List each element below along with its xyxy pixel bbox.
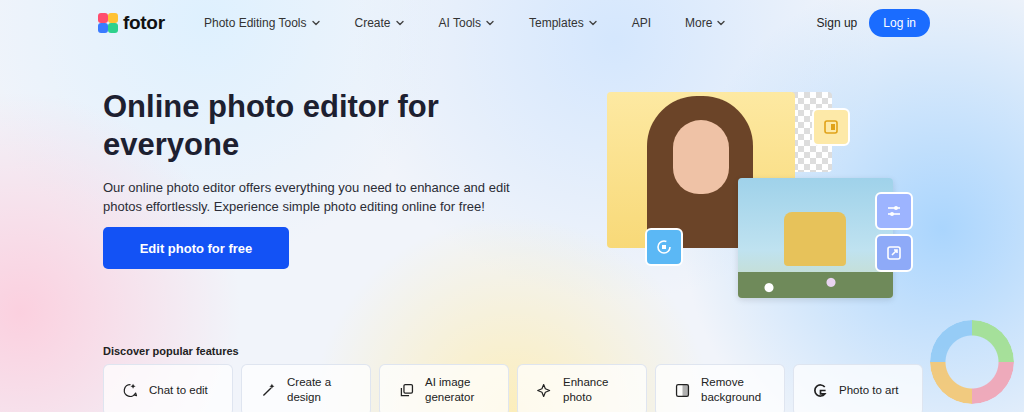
face-shape [673,120,729,194]
nav-item-label: Create [355,16,391,30]
crop-tile [812,108,850,146]
hero-illustration [607,92,907,302]
feature-chip[interactable]: Create a design [241,364,371,412]
resize-icon [884,243,904,263]
refresh-icon [654,237,674,257]
nav-item[interactable]: Create [355,16,405,30]
hero: Online photo editor for everyone Our onli… [0,46,1024,302]
nav-item[interactable]: Templates [529,16,598,30]
refresh-tile [645,228,683,266]
decorative-ring [930,320,1014,404]
edit-photo-button[interactable]: Edit photo for free [103,227,289,269]
feature-label: AI image generator [425,375,498,405]
nav-item[interactable]: API [632,16,651,30]
fotor-logo-icon [98,13,118,33]
bag-shape [784,212,846,266]
nav-item-label: AI Tools [439,16,481,30]
nav-item-label: Templates [529,16,584,30]
removebg-icon [674,382,691,399]
nav-item[interactable]: AI Tools [439,16,495,30]
chevron-down-icon [588,18,598,28]
nav-item-label: More [685,16,712,30]
layer-icon [821,117,841,137]
sign-up-link[interactable]: Sign up [817,16,858,30]
feature-chip[interactable]: Remove background [655,364,785,412]
nav-item-label: API [632,16,651,30]
resize-tile [875,234,913,272]
nav-item[interactable]: Photo Editing Tools [204,16,321,30]
auth-area: Sign up Log in [817,9,930,37]
feature-label: Photo to art [839,383,898,398]
feature-label: Chat to edit [149,383,208,398]
feature-chip[interactable]: AI image generator [379,364,509,412]
feature-label: Enhance photo [563,375,636,405]
feature-chip[interactable]: Chat to edit [103,364,233,412]
sliders-icon [884,201,904,221]
chat-icon [122,382,139,399]
hero-text: Online photo editor for everyone Our onli… [103,88,523,302]
chevron-down-icon [395,18,405,28]
nav-item[interactable]: More [685,16,726,30]
feature-label: Create a design [287,375,360,405]
feature-list: Chat to edit Create a design AI image gene… [103,364,1024,412]
stack-icon [398,382,415,399]
feature-chip[interactable]: Enhance photo [517,364,647,412]
log-in-button[interactable]: Log in [869,9,930,37]
page: fotor Photo Editing Tools Create AI Tools Te… [0,0,1024,412]
flowers-shape [738,272,893,298]
adjust-tile [875,192,913,230]
features-label: Discover popular features [103,344,1024,358]
chevron-down-icon [485,18,495,28]
logo[interactable]: fotor [98,12,204,34]
bag-photo [738,178,893,298]
nav-menu: Photo Editing Tools Create AI Tools Templat… [204,16,817,30]
nav-item-label: Photo Editing Tools [204,16,307,30]
wand-icon [260,382,277,399]
hero-title: Online photo editor for everyone [103,88,503,164]
logo-text: fotor [123,12,165,34]
chevron-down-icon [311,18,321,28]
sparkle-icon [536,382,553,399]
features-section: Discover popular features Chat to edit Cre… [0,302,1024,412]
feature-chip[interactable]: Photo to art [793,364,923,412]
top-nav: fotor Photo Editing Tools Create AI Tools Te… [0,0,1024,46]
chevron-down-icon [716,18,726,28]
art-icon [812,382,829,399]
hero-description: Our online photo editor offers everythin… [103,178,513,216]
feature-label: Remove background [701,375,774,405]
